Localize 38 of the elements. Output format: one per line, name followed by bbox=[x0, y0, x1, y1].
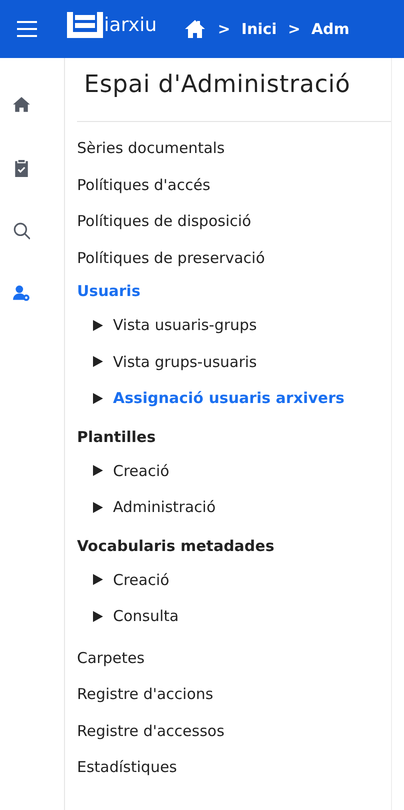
submenu-link[interactable]: Vista grups-usuaris bbox=[113, 352, 257, 371]
menu-group-heading[interactable]: Usuaris bbox=[77, 276, 140, 307]
menu-group-heading[interactable]: Vocabularis metadades bbox=[77, 530, 274, 562]
menu-icon[interactable] bbox=[17, 21, 37, 37]
submenu-link[interactable]: Assignació usuaris arxivers bbox=[113, 389, 344, 408]
submenu-link[interactable]: Creació bbox=[113, 462, 170, 480]
menu-link[interactable]: Carpetes bbox=[77, 640, 145, 676]
breadcrumb-separator: > bbox=[218, 20, 230, 38]
menu-link[interactable]: Sèries documentals bbox=[77, 130, 225, 166]
breadcrumb-separator: > bbox=[288, 20, 300, 38]
triangle-icon bbox=[93, 465, 103, 476]
submenu-link[interactable]: Vista usuaris-grups bbox=[113, 316, 257, 334]
submenu-link[interactable]: Creació bbox=[113, 570, 170, 589]
menu-link[interactable]: Registre d'accions bbox=[77, 676, 214, 712]
breadcrumb-link[interactable]: Adm bbox=[311, 20, 350, 38]
triangle-icon bbox=[93, 320, 103, 331]
menu-link[interactable]: Registre d'accessos bbox=[77, 712, 224, 749]
triangle-icon bbox=[93, 356, 103, 368]
menu-link[interactable]: Polítiques d'accés bbox=[77, 166, 210, 203]
menu-link[interactable]: Polítiques de disposició bbox=[77, 203, 252, 240]
home-icon[interactable] bbox=[13, 96, 30, 114]
logo-text[interactable]: iarxiu bbox=[104, 14, 157, 36]
logo-icon bbox=[67, 12, 103, 38]
search-icon[interactable] bbox=[13, 222, 30, 240]
menu-link[interactable]: Estadístiques bbox=[77, 749, 177, 786]
triangle-icon bbox=[93, 574, 103, 586]
menu-group-heading[interactable]: Plantilles bbox=[77, 422, 156, 452]
breadcrumb-link[interactable]: Inici bbox=[241, 20, 277, 38]
triangle-icon bbox=[93, 392, 103, 404]
page-title: Espai d'Administració bbox=[84, 69, 352, 100]
submenu-link[interactable]: Administració bbox=[113, 498, 216, 516]
user-gear-icon[interactable] bbox=[13, 284, 30, 302]
clipboard-icon[interactable] bbox=[13, 158, 30, 176]
submenu-link[interactable]: Consulta bbox=[113, 607, 179, 626]
triangle-icon bbox=[93, 610, 103, 622]
triangle-icon bbox=[93, 502, 103, 513]
home-icon[interactable] bbox=[184, 20, 205, 38]
menu-link[interactable]: Polítiques de preservació bbox=[77, 240, 265, 276]
